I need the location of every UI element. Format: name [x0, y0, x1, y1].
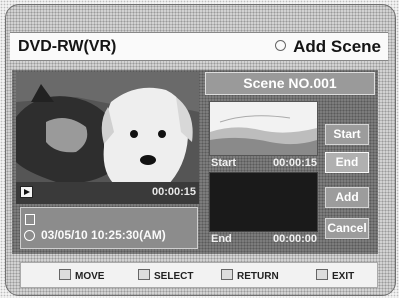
- end-label: End: [211, 233, 232, 245]
- end-thumbnail[interactable]: [209, 172, 318, 232]
- scene-title: Scene NO.001: [205, 72, 375, 95]
- start-thumbnail-image: [210, 102, 317, 155]
- preview-image: [16, 72, 199, 204]
- return-label: RETURN: [237, 271, 279, 282]
- recording-info: 03/05/10 10:25:30(AM): [20, 207, 198, 249]
- disc-mode-label: DVD-RW(VR): [18, 38, 117, 55]
- cancel-button[interactable]: Cancel: [325, 218, 369, 239]
- end-button[interactable]: End: [325, 152, 369, 173]
- return-hint: RETURN: [221, 269, 279, 282]
- start-button[interactable]: Start: [325, 124, 369, 145]
- move-hint: MOVE: [59, 269, 104, 282]
- end-time: 00:00:00: [272, 233, 317, 245]
- select-label: SELECT: [154, 271, 194, 282]
- page-title: Add Scene: [275, 37, 381, 57]
- exit-icon: [316, 269, 328, 280]
- exit-hint: EXIT: [316, 269, 354, 282]
- video-preview: [16, 72, 199, 204]
- footer-bar: MOVE SELECT RETURN EXIT: [20, 262, 378, 288]
- add-button[interactable]: Add: [325, 187, 369, 208]
- disc-icon: [25, 214, 35, 225]
- clock-icon: [24, 230, 35, 241]
- start-thumbnail[interactable]: [209, 101, 318, 156]
- return-icon: [221, 269, 233, 280]
- start-label: Start: [211, 157, 237, 169]
- start-time: 00:00:15: [272, 157, 317, 169]
- page-title-text: Add Scene: [293, 37, 381, 56]
- select-hint: SELECT: [138, 269, 193, 282]
- play-icon: [20, 186, 33, 198]
- move-label: MOVE: [75, 271, 105, 282]
- elapsed-time: 00:00:15: [151, 186, 196, 198]
- circle-icon: [275, 40, 287, 51]
- recorded-datetime: 03/05/10 10:25:30(AM): [41, 228, 166, 242]
- move-icon: [59, 269, 71, 280]
- select-icon: [138, 269, 150, 280]
- header-bar: DVD-RW(VR) Add Scene: [10, 32, 388, 61]
- exit-label: EXIT: [332, 271, 355, 282]
